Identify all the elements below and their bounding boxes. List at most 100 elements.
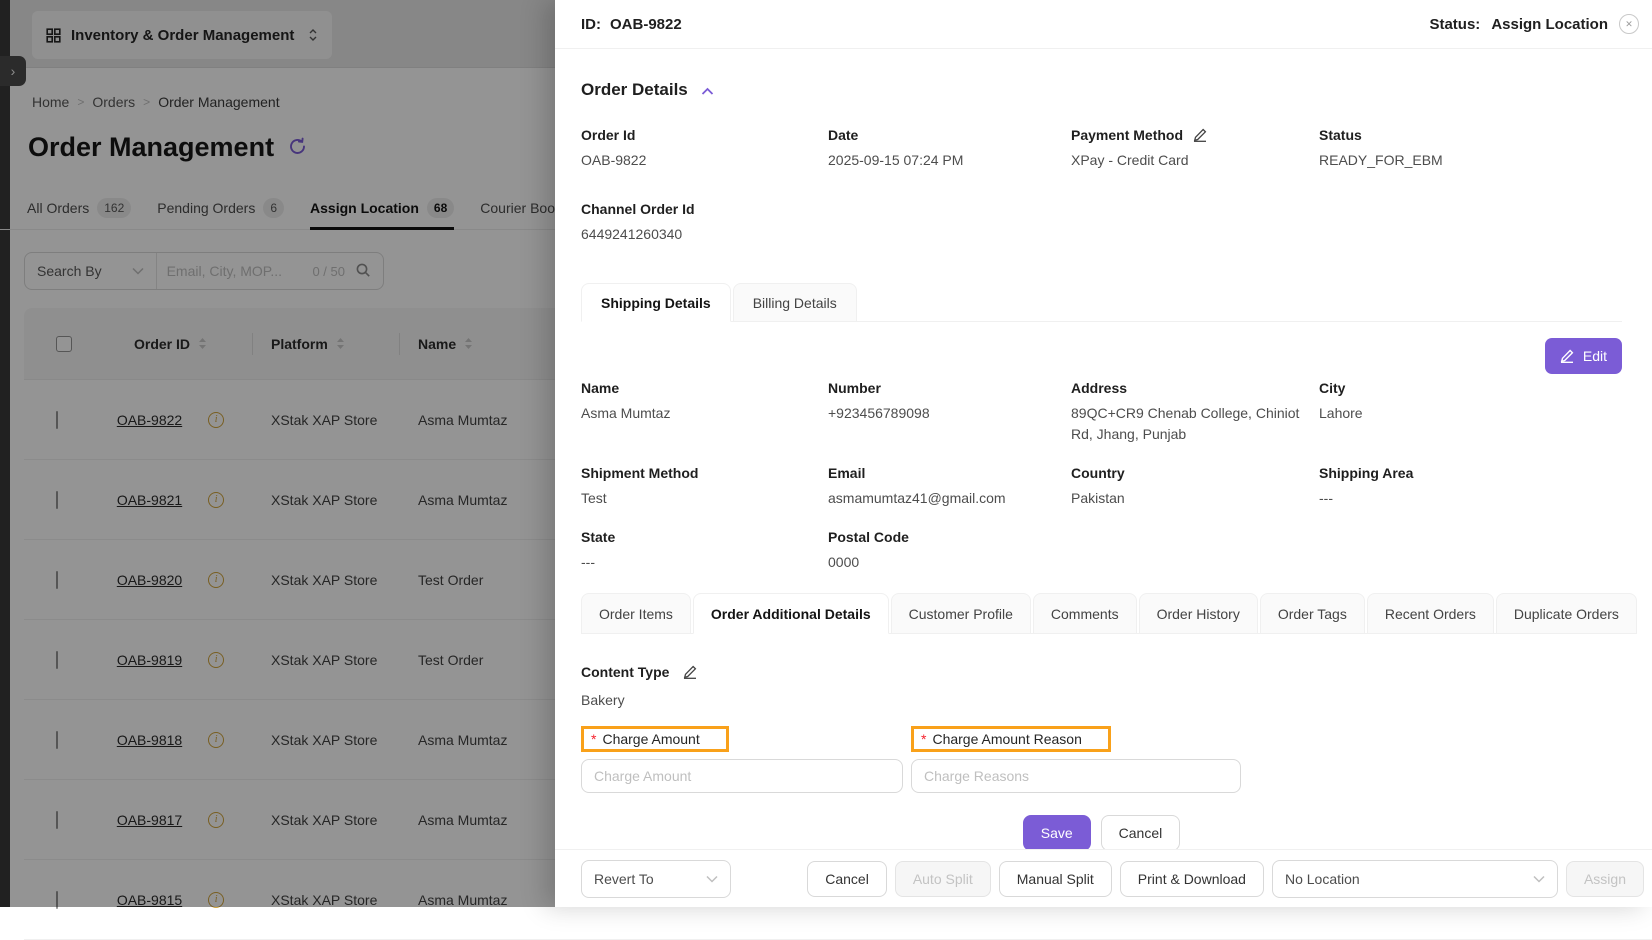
field-value: asmamumtaz41@gmail.com [828, 488, 1071, 509]
shipping-field: Address 89QC+CR9 Chenab College, Chiniot… [1071, 380, 1319, 445]
address-tabs: Shipping Details Billing Details [581, 283, 1622, 322]
field-label: Channel Order Id [581, 201, 695, 217]
close-icon[interactable]: ✕ [1619, 14, 1639, 34]
field-label: Payment Method [1071, 127, 1183, 143]
field-label: Country [1071, 465, 1125, 481]
field-value: --- [1319, 488, 1622, 509]
charge-fields-row: * Charge Amount * Charge Amount Reason [581, 726, 1622, 793]
order-detail-tab[interactable]: Order Tags [1260, 593, 1365, 634]
field-value: XPay - Credit Card [1071, 150, 1319, 171]
detail-field: Channel Order Id 6449241260340 [581, 201, 828, 245]
field-value: Test [581, 488, 828, 509]
order-id-label: ID: [581, 16, 601, 33]
tab-label: Order History [1157, 606, 1240, 622]
edit-pencil-icon[interactable] [1193, 128, 1207, 142]
charge-amount-field: * Charge Amount [581, 726, 903, 793]
tab-label: Recent Orders [1385, 606, 1476, 622]
order-details-section-title: Order Details [581, 80, 688, 100]
field-value: 89QC+CR9 Chenab College, Chiniot Rd, Jha… [1071, 403, 1319, 445]
cancel-button[interactable]: Cancel [807, 861, 887, 897]
address-tab[interactable]: Shipping Details [581, 283, 731, 322]
charge-reason-field: * Charge Amount Reason [911, 726, 1241, 793]
field-label: Address [1071, 380, 1127, 396]
charge-reason-input[interactable] [911, 759, 1241, 793]
edit-pencil-icon [1560, 349, 1574, 363]
field-value: --- [581, 552, 828, 573]
print-download-button[interactable]: Print & Download [1120, 861, 1264, 897]
chevron-down-icon [706, 875, 718, 883]
field-label: Email [828, 465, 865, 481]
required-asterisk: * [921, 731, 926, 747]
content-type-label: Content Type [581, 664, 669, 680]
order-detail-tab[interactable]: Order Additional Details [693, 593, 889, 634]
order-detail-tab[interactable]: Order Items [581, 593, 691, 634]
field-label: State [581, 529, 615, 545]
content-type-value: Bakery [581, 692, 1622, 708]
shipping-field: Country Pakistan [1071, 465, 1319, 509]
chevron-down-icon [1533, 875, 1545, 883]
status-value: Assign Location [1491, 16, 1608, 33]
field-value: 6449241260340 [581, 224, 828, 245]
order-details-drawer: ID: OAB-9822 Status: Assign Location ✕ O… [555, 0, 1652, 907]
tab-label: Billing Details [753, 295, 837, 311]
field-label: Order Id [581, 127, 635, 143]
save-button[interactable]: Save [1023, 815, 1091, 849]
order-detail-tab[interactable]: Recent Orders [1367, 593, 1494, 634]
assign-button[interactable]: Assign [1566, 861, 1644, 897]
collapse-chevron-up-icon[interactable] [701, 81, 714, 101]
shipping-field: City Lahore [1319, 380, 1622, 445]
charge-amount-input[interactable] [581, 759, 903, 793]
form-actions: Save Cancel [581, 815, 1622, 849]
tab-label: Customer Profile [909, 606, 1013, 622]
shipping-field: Email asmamumtaz41@gmail.com [828, 465, 1071, 509]
drawer-footer: Revert To Cancel Auto Split Manual Split… [555, 849, 1652, 907]
order-detail-tab[interactable]: Duplicate Orders [1496, 593, 1637, 634]
drawer-header: ID: OAB-9822 Status: Assign Location ✕ [555, 0, 1652, 49]
field-value: 2025-09-15 07:24 PM [828, 150, 1071, 171]
shipping-field: Postal Code 0000 [828, 529, 1071, 573]
tab-label: Shipping Details [601, 295, 711, 311]
order-detail-tab[interactable]: Order History [1139, 593, 1258, 634]
field-value: Pakistan [1071, 488, 1319, 509]
status-label: Status: [1429, 16, 1480, 33]
field-label: Number [828, 380, 881, 396]
auto-split-button[interactable]: Auto Split [895, 861, 991, 897]
revert-to-label: Revert To [594, 871, 654, 887]
charge-reason-label: Charge Amount Reason [932, 731, 1081, 747]
tab-label: Order Additional Details [711, 606, 871, 622]
shipping-field: Shipment Method Test [581, 465, 828, 509]
detail-field: Date 2025-09-15 07:24 PM [828, 127, 1071, 171]
order-detail-tab[interactable]: Customer Profile [891, 593, 1031, 634]
shipping-field: State --- [581, 529, 828, 573]
drawer-body: Order Details Order Id OAB-9822 Date [555, 49, 1652, 849]
field-label: Name [581, 380, 619, 396]
cancel-form-button[interactable]: Cancel [1101, 815, 1181, 849]
shipping-field: Name Asma Mumtaz [581, 380, 828, 445]
location-value: No Location [1285, 871, 1360, 887]
field-value: 0000 [828, 552, 1071, 573]
charge-reason-label-highlight: * Charge Amount Reason [911, 726, 1111, 752]
tab-label: Order Tags [1278, 606, 1347, 622]
revert-to-select[interactable]: Revert To [581, 860, 731, 898]
tab-label: Comments [1051, 606, 1119, 622]
field-label: Shipment Method [581, 465, 698, 481]
edit-button-label: Edit [1583, 348, 1607, 364]
shipping-field: Shipping Area --- [1319, 465, 1622, 509]
field-value: Asma Mumtaz [581, 403, 828, 424]
field-value: READY_FOR_EBM [1319, 150, 1622, 171]
shipping-details-panel: Edit Name Asma Mumtaz Number +9234567890… [581, 322, 1622, 573]
detail-field: Status READY_FOR_EBM [1319, 127, 1622, 171]
detail-field: Payment Method XPay - Credit Card [1071, 127, 1319, 171]
order-detail-tab[interactable]: Comments [1033, 593, 1137, 634]
edit-pencil-icon[interactable] [683, 665, 697, 679]
field-label: Postal Code [828, 529, 909, 545]
address-tab[interactable]: Billing Details [733, 283, 857, 322]
edit-button[interactable]: Edit [1545, 338, 1622, 374]
field-label: City [1319, 380, 1345, 396]
field-value: Lahore [1319, 403, 1622, 424]
detail-field: Order Id OAB-9822 [581, 127, 828, 171]
field-value: OAB-9822 [581, 150, 828, 171]
shipping-fields-grid: Name Asma Mumtaz Number +923456789098 Ad… [581, 380, 1622, 573]
location-select[interactable]: No Location [1272, 860, 1558, 898]
manual-split-button[interactable]: Manual Split [999, 861, 1112, 897]
